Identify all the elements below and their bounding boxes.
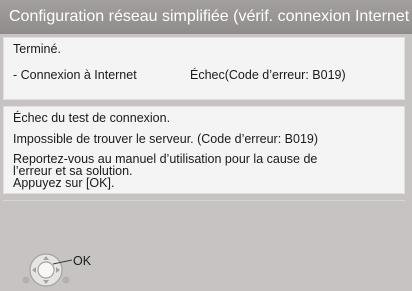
ok-hint-label: OK: [73, 254, 92, 268]
network-setup-screen: Configuration réseau simplifiée (vérif. …: [0, 0, 412, 291]
instructions-text: Reportez-vous au manuel d’utilisation po…: [13, 153, 317, 190]
result-panel: Terminé. - Connexion à Internet Échec(Co…: [3, 37, 405, 100]
internet-connection-result: Échec(Code d’erreur: B019): [190, 68, 346, 82]
test-failed-message: Échec du test de connexion.: [13, 111, 171, 125]
internet-connection-label: - Connexion à Internet: [13, 68, 137, 82]
divider: [3, 200, 405, 201]
message-panel: Échec du test de connexion. Impossible d…: [3, 106, 405, 194]
server-not-found-message: Impossible de trouver le serveur. (Code …: [13, 132, 319, 146]
screen-title: Configuration réseau simplifiée (vérif. …: [0, 0, 412, 34]
instructions-line: Appuyez sur [OK].: [13, 176, 115, 190]
status-text: Terminé.: [13, 42, 61, 56]
